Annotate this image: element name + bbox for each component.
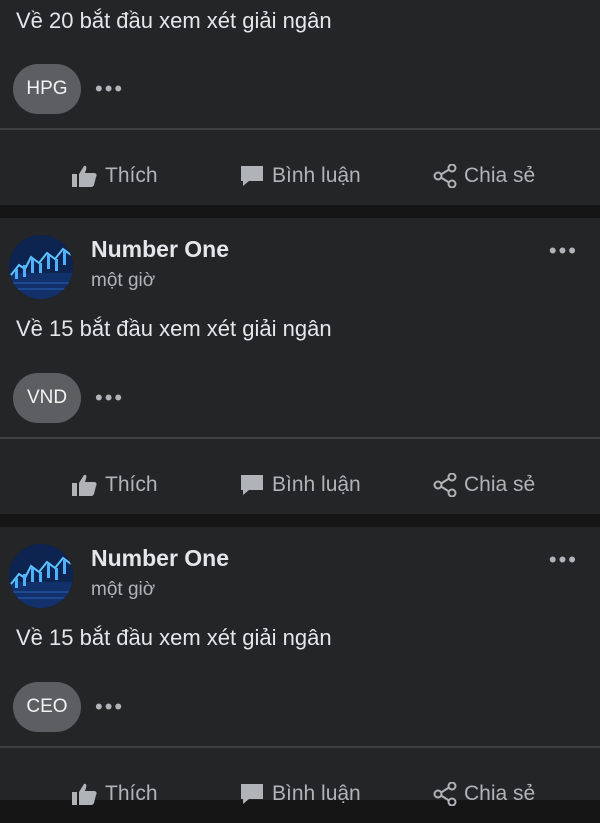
comment-button[interactable]: Bình luận <box>239 147 361 205</box>
thumbs-up-icon <box>72 165 97 187</box>
author-name[interactable]: Number One <box>91 545 229 572</box>
stock-chart-avatar-icon <box>9 235 73 299</box>
like-label: Thích <box>105 473 158 496</box>
author-name[interactable]: Number One <box>91 236 229 263</box>
share-button[interactable]: Chia sẻ <box>433 147 535 205</box>
thumbs-up-icon <box>72 474 97 496</box>
comment-button[interactable]: Bình luận <box>239 765 361 823</box>
post-timestamp[interactable]: một giờ <box>91 579 155 601</box>
stock-tag-chip[interactable]: HPG <box>13 64 81 114</box>
like-button[interactable]: Thích <box>72 147 158 205</box>
share-icon <box>433 164 457 188</box>
avatar[interactable] <box>9 544 73 608</box>
post-text: Về 20 bắt đầu xem xét giải ngân <box>16 8 332 33</box>
more-options-icon[interactable]: ••• <box>549 549 578 571</box>
like-button[interactable]: Thích <box>72 765 158 823</box>
post-text: Về 15 bắt đầu xem xét giải ngân <box>16 625 332 650</box>
comment-bubble-icon <box>241 166 263 186</box>
stock-tag-chip[interactable]: VND <box>13 373 81 423</box>
post-card: Number One một giờ ••• Về 15 bắt đầu xem… <box>0 218 600 514</box>
comment-label: Bình luận <box>272 782 361 805</box>
post-action-bar: Thích Bình luận Chia sẻ <box>0 147 600 205</box>
share-button[interactable]: Chia sẻ <box>433 765 535 823</box>
share-label: Chia sẻ <box>464 473 536 496</box>
post-separator <box>0 514 600 527</box>
avatar[interactable] <box>9 235 73 299</box>
comment-label: Bình luận <box>272 164 361 187</box>
post-separator <box>0 205 600 218</box>
post-action-bar: Thích Bình luận Chia sẻ <box>0 765 600 823</box>
share-button[interactable]: Chia sẻ <box>433 456 535 514</box>
post-more-options-icon[interactable]: ••• <box>95 696 124 718</box>
like-label: Thích <box>105 164 158 187</box>
divider <box>0 746 600 748</box>
post-header: Number One một giờ ••• <box>0 527 600 627</box>
thumbs-up-icon <box>72 783 97 805</box>
comment-label: Bình luận <box>272 473 361 496</box>
like-label: Thích <box>105 782 158 805</box>
post-more-options-icon[interactable]: ••• <box>95 387 124 409</box>
stock-tag-chip[interactable]: CEO <box>13 682 81 732</box>
post-more-options-icon[interactable]: ••• <box>95 78 124 100</box>
divider <box>0 128 600 130</box>
post-text: Về 15 bắt đầu xem xét giải ngân <box>16 316 332 341</box>
post-timestamp[interactable]: một giờ <box>91 270 155 292</box>
comment-bubble-icon <box>241 784 263 804</box>
post-header: Number One một giờ ••• <box>0 218 600 318</box>
post-card: Number One một giờ ••• Về 15 bắt đầu xem… <box>0 527 600 806</box>
share-label: Chia sẻ <box>464 164 536 187</box>
divider <box>0 437 600 439</box>
like-button[interactable]: Thích <box>72 456 158 514</box>
comment-bubble-icon <box>241 475 263 495</box>
more-options-icon[interactable]: ••• <box>549 240 578 262</box>
share-icon <box>433 473 457 497</box>
post-card: Về 20 bắt đầu xem xét giải ngân HPG ••• … <box>0 0 600 205</box>
share-label: Chia sẻ <box>464 782 536 805</box>
share-icon <box>433 782 457 806</box>
post-action-bar: Thích Bình luận Chia sẻ <box>0 456 600 514</box>
comment-button[interactable]: Bình luận <box>239 456 361 514</box>
stock-chart-avatar-icon <box>9 544 73 608</box>
